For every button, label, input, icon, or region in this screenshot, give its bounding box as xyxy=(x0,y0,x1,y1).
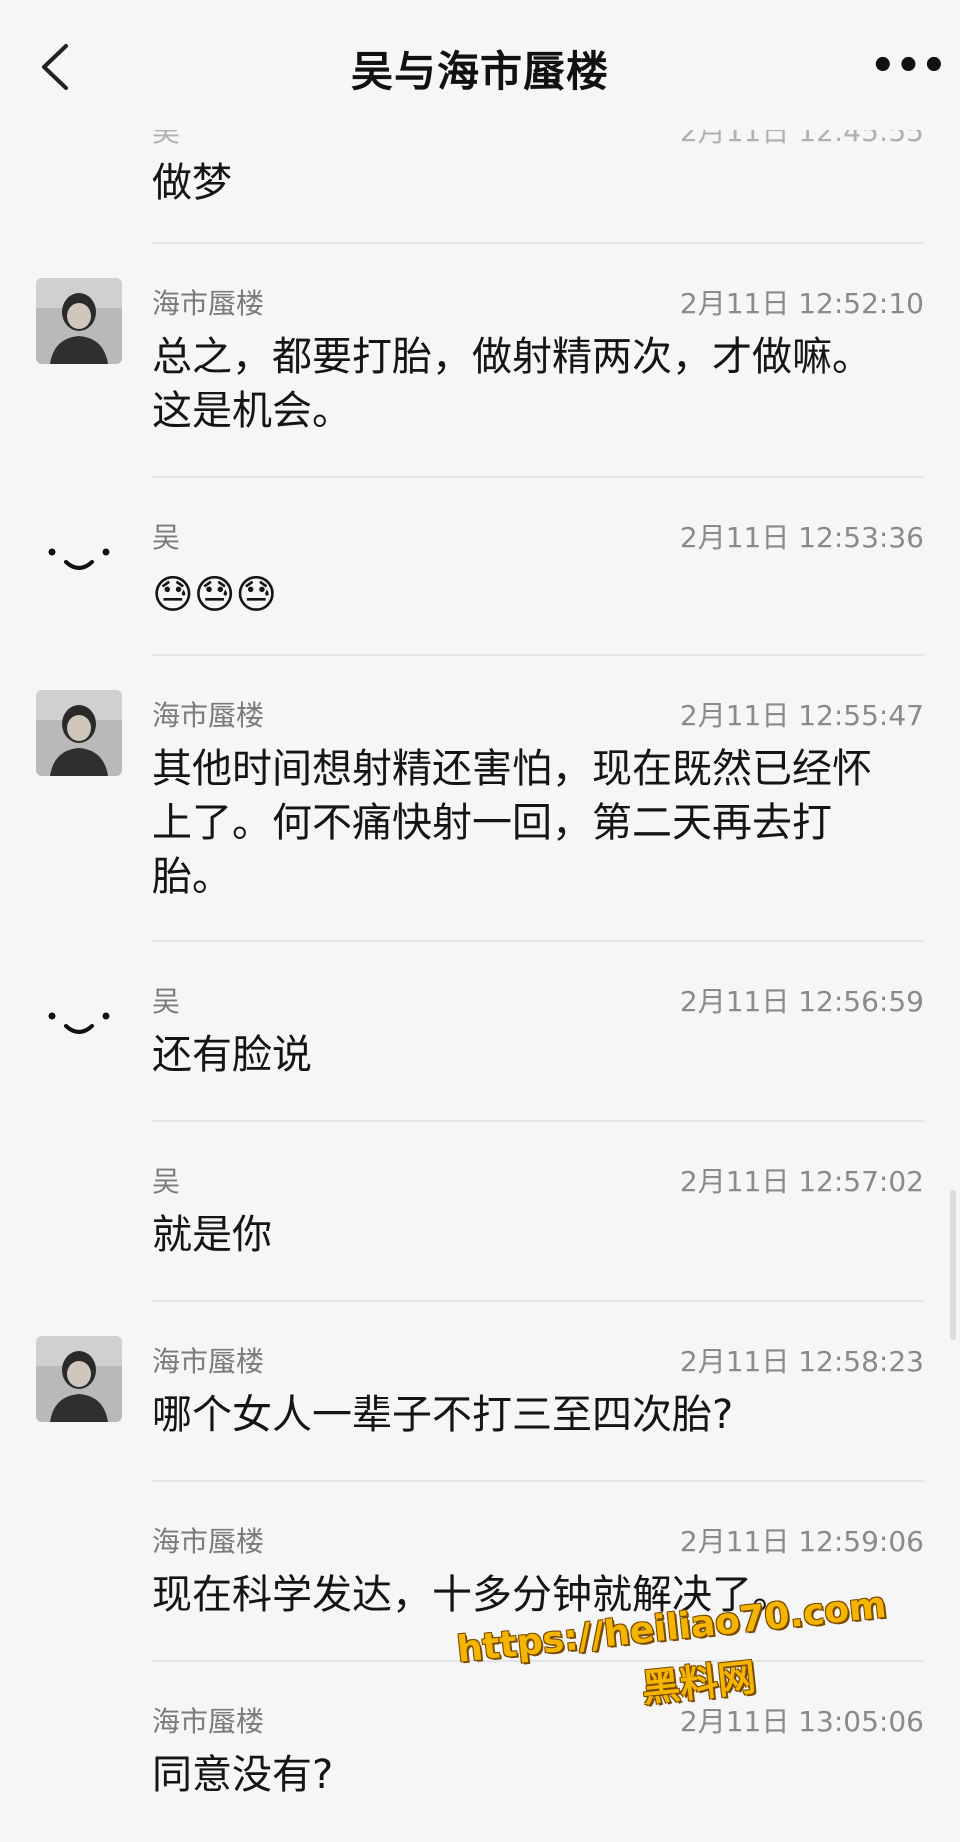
message-text: 😓😓😓 xyxy=(152,572,278,618)
message-text: 做梦 xyxy=(152,160,232,206)
avatar[interactable] xyxy=(36,512,122,598)
message-time: 2月11日 12:56:59 xyxy=(679,985,924,1018)
message-time: 2月11日 13:05:06 xyxy=(679,1705,924,1738)
sender-name: 吴 xyxy=(152,1165,181,1198)
message-time: 2月11日 12:57:02 xyxy=(679,1165,924,1198)
message-text: 还有脸说 xyxy=(152,1032,312,1078)
sender-name: 吴 xyxy=(152,985,181,1018)
sender-name: 吴 xyxy=(152,521,181,554)
avatar[interactable] xyxy=(36,1336,122,1422)
sender-name: 海市蜃楼 xyxy=(152,699,265,732)
avatar[interactable] xyxy=(36,690,122,776)
person-photo-icon xyxy=(36,1336,122,1422)
message-time: 2月11日 12:58:23 xyxy=(679,1345,924,1378)
message-text: 哪个女人一辈子不打三至四次胎? xyxy=(152,1392,734,1438)
divider xyxy=(152,476,924,478)
message-time: 2月11日 12:55:47 xyxy=(679,699,924,732)
smiley-face-icon xyxy=(36,976,122,1062)
message-text: 就是你 xyxy=(152,1212,272,1258)
message-time: 2月11日 12:52:10 xyxy=(679,287,924,320)
person-photo-icon xyxy=(36,690,122,776)
message-time: 2月11日 12:53:36 xyxy=(679,521,924,554)
divider xyxy=(152,1480,924,1482)
avatar[interactable] xyxy=(36,976,122,1062)
message-text: 同意没有? xyxy=(152,1752,334,1798)
chat-title: 吴与海市蜃楼 xyxy=(350,47,609,96)
divider xyxy=(152,242,924,244)
more-options-icon[interactable]: ••• xyxy=(870,46,947,86)
divider xyxy=(152,1300,924,1302)
person-photo-icon xyxy=(36,278,122,364)
message-time: 2月11日 12:59:06 xyxy=(679,1525,924,1558)
divider xyxy=(152,1120,924,1122)
sender-name: 海市蜃楼 xyxy=(152,287,265,320)
scrollbar[interactable] xyxy=(950,1190,956,1340)
message-text: 其他时间想射精还害怕，现在既然已经怀上了。何不痛快射一回，第二天再去打胎。 xyxy=(152,746,872,900)
smiley-face-icon xyxy=(36,512,122,598)
divider xyxy=(152,940,924,942)
sender-name: 海市蜃楼 xyxy=(152,1705,265,1738)
sender-name: 海市蜃楼 xyxy=(152,1525,265,1558)
avatar[interactable] xyxy=(36,278,122,364)
navigation-bar: 吴与海市蜃楼 ••• xyxy=(0,0,960,130)
message-text: 总之，都要打胎，做射精两次，才做嘛。这是机会。 xyxy=(152,334,872,434)
divider xyxy=(152,654,924,656)
sender-name: 海市蜃楼 xyxy=(152,1345,265,1378)
